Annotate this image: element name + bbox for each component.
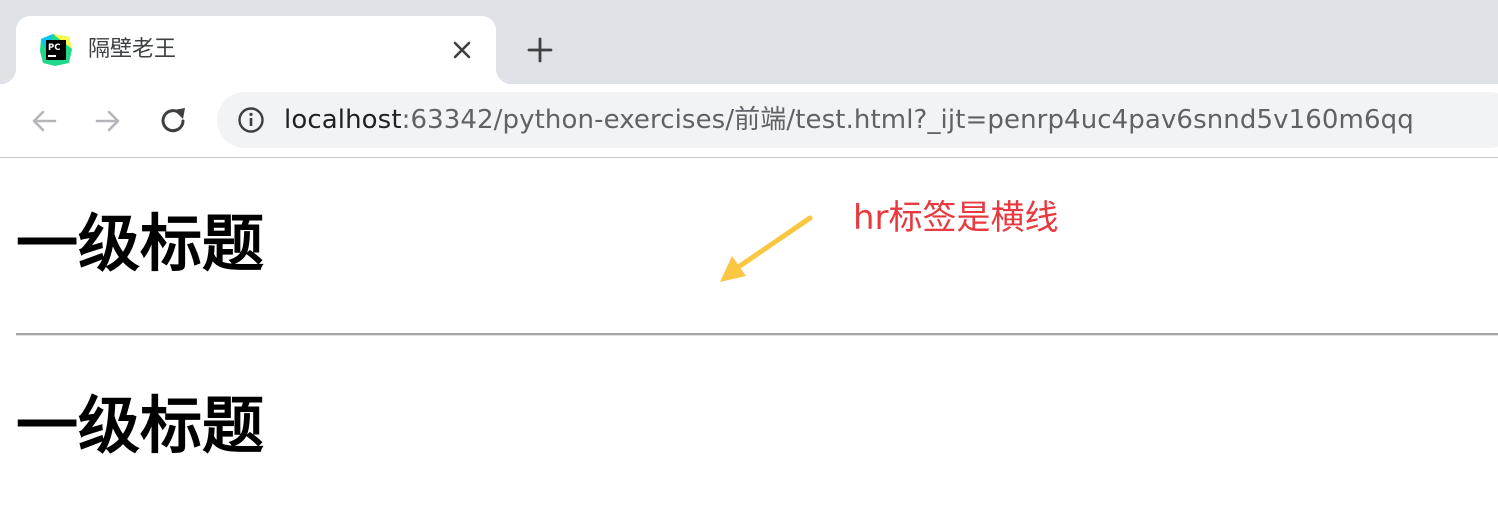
tab-strip: PC 隔壁老王 <box>0 0 1498 84</box>
plus-icon[interactable] <box>524 34 556 66</box>
url-text[interactable]: localhost:63342/python-exercises/前端/test… <box>284 103 1414 137</box>
url-path: :63342/python-exercises/前端/test.html?_ij… <box>401 105 1414 135</box>
heading-second: 一级标题 <box>16 389 265 462</box>
reload-icon[interactable] <box>156 104 190 138</box>
browser-toolbar: localhost:63342/python-exercises/前端/test… <box>0 84 1498 158</box>
close-icon[interactable] <box>450 38 474 62</box>
horizontal-rule <box>16 333 1498 336</box>
tab-title: 隔壁老王 <box>88 37 177 62</box>
arrow-right-icon[interactable] <box>91 104 125 138</box>
annotation-text: hr标签是横线 <box>853 198 1059 238</box>
favicon-text: PC <box>48 43 60 53</box>
page-content: 一级标题 hr标签是横线 一级标题 <box>0 158 1498 526</box>
info-icon[interactable] <box>237 106 265 134</box>
browser-window: PC 隔壁老王 localhost:63342/python-exercises… <box>0 0 1498 526</box>
url-host: localhost <box>284 105 402 135</box>
browser-tab[interactable]: PC 隔壁老王 <box>0 16 512 84</box>
pycharm-favicon-icon: PC <box>40 34 72 66</box>
address-bar[interactable]: localhost:63342/python-exercises/前端/test… <box>217 92 1498 148</box>
heading-first: 一级标题 <box>16 207 265 280</box>
arrow-left-icon[interactable] <box>27 104 61 138</box>
annotation-arrow-icon <box>720 215 813 282</box>
